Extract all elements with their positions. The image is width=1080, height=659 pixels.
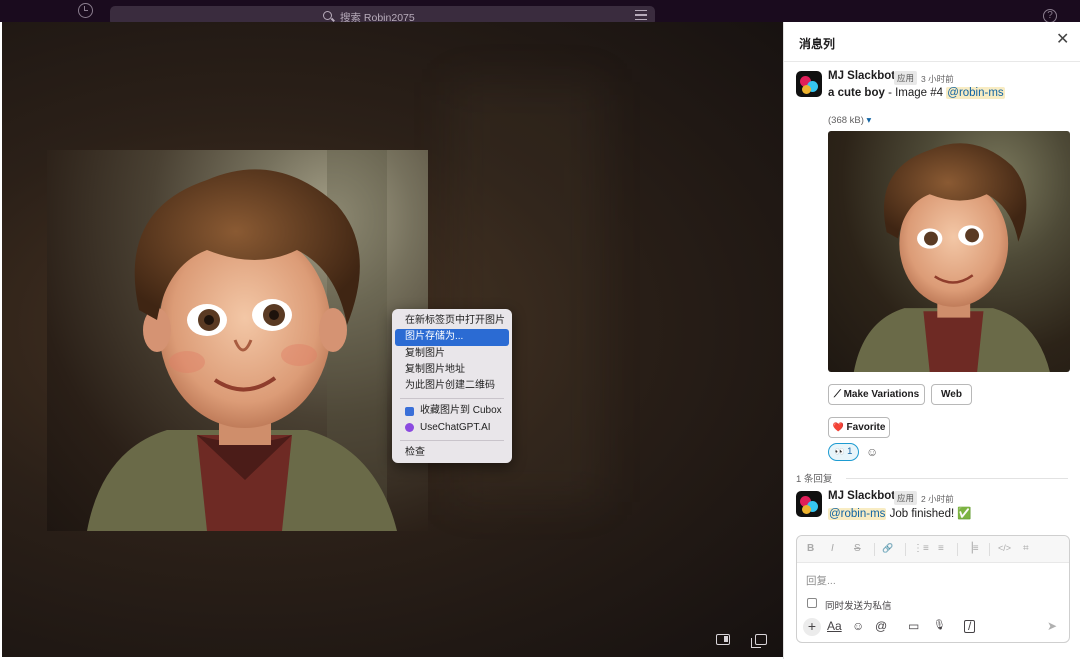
caret-down-icon: ▾ xyxy=(866,115,872,126)
favorite-button[interactable]: ❤️ Favorite xyxy=(828,417,890,438)
message-bold: a cute boy xyxy=(828,87,885,99)
app-badge: 应用 xyxy=(894,71,918,85)
menu-copy-image-address[interactable]: 复制图片地址 xyxy=(395,362,509,378)
replies-divider xyxy=(846,478,1068,479)
menu-copy-image[interactable]: 复制图片 xyxy=(395,346,509,362)
message-text: a cute boy - Image #4 @robin-ms xyxy=(828,87,1005,99)
eyes-reaction[interactable]: 👀 1 xyxy=(828,443,859,461)
message-rest: - Image #4 xyxy=(884,87,947,99)
wand-icon: ⟋ xyxy=(833,389,841,400)
menu-save-image-as[interactable]: 图片存储为... xyxy=(395,329,509,346)
title-bar: 搜索 Robin2075 ? xyxy=(0,0,1080,26)
video-icon[interactable]: ▭ xyxy=(908,618,919,634)
context-menu: 在新标签页中打开图片 图片存储为... 复制图片 复制图片地址 为此图片创建二维… xyxy=(392,309,512,463)
make-variations-button[interactable]: ⟋ Make Variations xyxy=(828,384,925,405)
user-mention[interactable]: @robin-ms xyxy=(828,508,887,520)
web-button[interactable]: Web xyxy=(931,384,972,405)
clock-icon[interactable] xyxy=(78,3,93,18)
sparkle-icon xyxy=(405,423,414,433)
eyes-emoji-icon: 👀 xyxy=(834,447,845,456)
menu-divider xyxy=(400,398,504,400)
add-reaction-icon[interactable]: ☺ xyxy=(866,443,886,461)
menu-usechatgpt-label: UseChatGPT.AI xyxy=(420,421,491,433)
code-block-button[interactable]: ⌗ xyxy=(1023,543,1029,554)
also-send-dm-checkbox[interactable] xyxy=(807,598,817,608)
close-icon[interactable]: ✕ xyxy=(1056,32,1069,48)
file-size[interactable]: (368 kB) ▾ xyxy=(828,115,871,126)
menu-save-to-cubox-label: 收藏图片到 Cubox xyxy=(420,405,502,417)
boy-image[interactable] xyxy=(47,150,428,531)
boy-thumbnail xyxy=(853,143,1050,372)
message-author[interactable]: MJ Slackbot xyxy=(828,490,895,502)
copy-window-icon[interactable] xyxy=(751,634,767,648)
message-time[interactable]: 2 小时前 xyxy=(921,493,954,505)
heart-icon: ❤️ xyxy=(832,422,844,432)
bullet-list-button[interactable]: ≡ xyxy=(938,543,944,554)
thread-title: 消息列 xyxy=(799,37,836,51)
image-attachment[interactable] xyxy=(828,131,1070,372)
slash-command-icon[interactable]: / xyxy=(964,620,976,633)
help-icon[interactable]: ? xyxy=(1043,9,1057,23)
reply-composer: B I S 🔗 ⋮≡ ≡ ▕≡ </> ⌗ 回复... 同时发送为私信 + Aa… xyxy=(796,535,1070,643)
menu-inspect[interactable]: 检查 xyxy=(395,445,509,461)
search-icon xyxy=(323,11,332,20)
menu-divider xyxy=(400,440,504,442)
menu-usechatgpt[interactable]: UseChatGPT.AI xyxy=(395,420,509,436)
emoji-icon[interactable]: ☺ xyxy=(852,618,864,634)
also-send-dm-label: 同时发送为私信 xyxy=(825,601,892,612)
ordered-list-button[interactable]: ⋮≡ xyxy=(913,543,929,554)
microphone-icon[interactable]: 🎙 xyxy=(933,618,946,634)
cubox-icon xyxy=(405,407,414,417)
menu-open-image-new-tab[interactable]: 在新标签页中打开图片 xyxy=(395,313,509,329)
plus-icon[interactable]: + xyxy=(803,618,821,636)
check-mark-icon: ✅ xyxy=(957,508,972,520)
quote-button[interactable]: ▕≡ xyxy=(965,543,979,554)
message-time[interactable]: 3 小时前 xyxy=(921,73,954,85)
code-button[interactable]: </> xyxy=(998,543,1011,553)
reaction-count: 1 xyxy=(847,446,853,457)
send-icon[interactable]: ➤ xyxy=(1047,619,1057,633)
reply-input[interactable]: 回复... xyxy=(806,573,836,588)
menu-save-to-cubox[interactable]: 收藏图片到 Cubox xyxy=(395,403,509,419)
user-mention[interactable]: @robin-ms xyxy=(946,87,1005,99)
make-variations-label: Make Variations xyxy=(843,389,920,400)
filter-icon[interactable] xyxy=(635,10,647,20)
message-author[interactable]: MJ Slackbot xyxy=(828,70,895,82)
thread-panel: 消息列 ✕ MJ Slackbot 应用 3 小时前 a cute boy - … xyxy=(783,22,1080,659)
reply-count: 1 条回复 xyxy=(796,474,833,485)
file-size-label: (368 kB) xyxy=(828,115,864,126)
thread-header: 消息列 ✕ xyxy=(784,22,1080,62)
favorite-label: Favorite xyxy=(846,422,886,433)
strike-button[interactable]: S xyxy=(854,543,861,554)
sidebar-toggle-icon[interactable] xyxy=(716,634,730,645)
message-text: @robin-ms Job finished! ✅ xyxy=(828,506,972,520)
menu-create-qr-code[interactable]: 为此图片创建二维码 xyxy=(395,378,509,394)
avatar[interactable] xyxy=(796,491,822,517)
app-badge: 应用 xyxy=(894,491,918,505)
boy-illustration xyxy=(87,150,397,531)
format-toolbar: B I S 🔗 ⋮≡ ≡ ▕≡ </> ⌗ xyxy=(797,536,1069,563)
link-button[interactable]: 🔗 xyxy=(882,543,893,554)
mention-icon[interactable]: @ xyxy=(875,618,887,634)
image-viewer: 在新标签页中打开图片 图片存储为... 复制图片 复制图片地址 为此图片创建二维… xyxy=(2,22,783,657)
text-format-button[interactable]: Aa xyxy=(827,618,842,634)
bold-button[interactable]: B xyxy=(807,543,814,554)
italic-button[interactable]: I xyxy=(831,543,834,554)
avatar[interactable] xyxy=(796,71,822,97)
job-finished-text: Job finished! xyxy=(886,508,958,520)
